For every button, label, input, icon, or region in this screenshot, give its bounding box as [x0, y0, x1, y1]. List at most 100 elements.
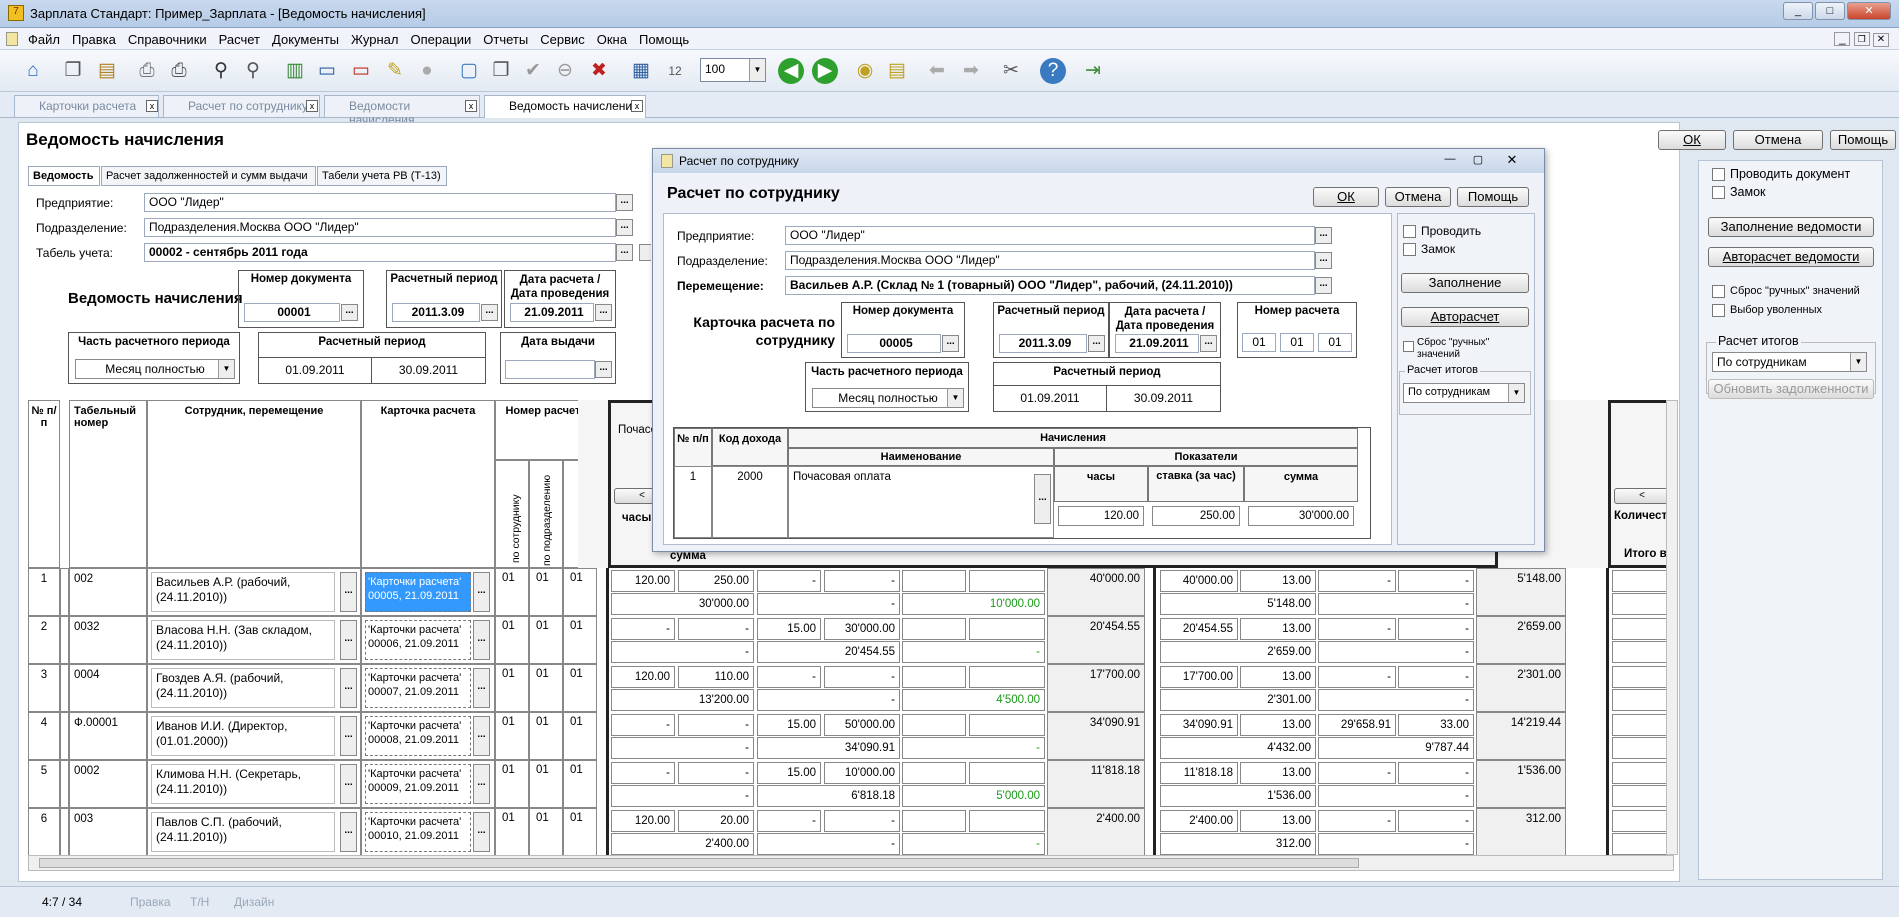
paydate-field[interactable]	[505, 360, 595, 379]
cancel-button[interactable]: Отмена	[1733, 130, 1823, 150]
list-icon[interactable]: ▤	[884, 58, 910, 84]
menu-item[interactable]: Отчеты	[477, 28, 534, 51]
tab-employee-calc[interactable]: Расчет по сотруднику x	[163, 95, 320, 117]
grid-cell[interactable]: 'Карточки расчета' 00007, 21.09.2011	[365, 668, 471, 708]
grid-cell[interactable]: -	[757, 593, 900, 615]
division-field[interactable]: Подразделения.Москва ООО "Лидер"	[144, 218, 616, 237]
mdi-restore-button[interactable]: ❐	[1853, 32, 1870, 46]
dialog-reset-checkbox[interactable]	[1403, 341, 1414, 352]
card-select-button[interactable]: ...	[473, 572, 490, 612]
back-icon[interactable]: ◀	[778, 58, 804, 84]
grid-cell[interactable]: Иванов И.И. (Директор, (01.01.2000))	[151, 716, 335, 756]
close-tab-icon[interactable]: x	[146, 100, 158, 112]
card-select-button[interactable]: ...	[473, 764, 490, 804]
grid-cell[interactable]: 15.00	[757, 762, 821, 784]
grid-cell[interactable]: 250.00	[678, 570, 754, 592]
employee-select-button[interactable]: ...	[340, 812, 357, 852]
calcdate-field[interactable]: 21.09.2011	[510, 303, 594, 322]
mdi-close-button[interactable]: ✕	[1873, 33, 1889, 47]
search-icon[interactable]: ⚲	[208, 58, 234, 84]
employee-select-button[interactable]: ...	[340, 764, 357, 804]
grid-cell[interactable]: Климова Н.Н. (Секретарь, (24.11.2010))	[151, 764, 335, 804]
menu-item[interactable]: Сервис	[534, 28, 591, 51]
grid-cell[interactable]: 01	[529, 760, 563, 808]
grid-cell[interactable]: 01	[495, 616, 529, 664]
dialog-lock-checkbox[interactable]	[1403, 243, 1416, 256]
arrow-right-icon[interactable]: ➡	[958, 58, 984, 84]
grid-cell[interactable]: -	[757, 810, 821, 832]
employee-select-button[interactable]: ...	[340, 572, 357, 612]
grid-cell[interactable]: 13.00	[1240, 810, 1316, 832]
table-row[interactable]: 3	[28, 664, 60, 712]
income-select-button[interactable]: ...	[1034, 474, 1051, 524]
grid-cell[interactable]: 01	[563, 616, 597, 664]
grid-cell[interactable]: -	[1612, 810, 1674, 832]
grid-cell[interactable]: Гвоздев А.Я. (рабочий, (24.11.2010))	[151, 668, 335, 708]
period-field[interactable]: 2011.3.09	[392, 303, 480, 322]
grid-cell[interactable]: 15.00	[757, 714, 821, 736]
grid-cell[interactable]: 20'454.55	[1160, 618, 1238, 640]
book-red-icon[interactable]: ▭	[348, 58, 374, 84]
subtab-statement[interactable]: Ведомость	[28, 166, 100, 186]
cancel-icon[interactable]: ⊖	[552, 58, 578, 84]
grid-cell[interactable]: 0032	[69, 616, 147, 664]
grid-cell[interactable]	[902, 714, 966, 736]
zoom-select[interactable]: 100 ▼	[700, 58, 766, 82]
grid-cell[interactable]: -	[1318, 689, 1474, 711]
grid-cell[interactable]: 2'301.00	[1476, 664, 1566, 712]
scroll-left-button-2[interactable]: <	[1614, 488, 1670, 504]
copy-icon[interactable]: ❐	[60, 58, 86, 84]
help-icon[interactable]: ?	[1040, 58, 1066, 84]
grid-cell[interactable]: 11'818.18	[1047, 760, 1145, 808]
grid-cell[interactable]: 'Карточки расчета' 00005, 21.09.2011	[365, 572, 471, 612]
grid-cell[interactable]: 29'658.91	[1318, 714, 1396, 736]
new-doc-icon[interactable]: ▢	[456, 58, 482, 84]
grid-cell[interactable]: -	[1318, 593, 1474, 615]
grid-cell[interactable]: -	[611, 618, 675, 640]
card-select-button[interactable]: ...	[473, 812, 490, 852]
grid-cell[interactable]: -	[824, 570, 900, 592]
docnum-button[interactable]: ...	[341, 304, 358, 321]
arrow-left-icon[interactable]: ⬅	[924, 58, 950, 84]
grid-cell[interactable]: 003	[69, 808, 147, 855]
copy-doc-icon[interactable]: ❐	[488, 58, 514, 84]
grid-cell[interactable]: -	[1398, 666, 1474, 688]
confirm-icon[interactable]: ✔	[520, 58, 546, 84]
grid-cell[interactable]: 01	[495, 664, 529, 712]
grid-cell[interactable]: 2'400.00	[611, 833, 754, 855]
close-tab-icon[interactable]: x	[465, 100, 477, 112]
dialog-enterprise-button[interactable]: ...	[1315, 227, 1332, 244]
grid-cell[interactable]: -	[678, 618, 754, 640]
grid-cell[interactable]: -	[611, 737, 754, 759]
grid-cell[interactable]: 2'659.00	[1476, 616, 1566, 664]
employee-select-button[interactable]: ...	[340, 668, 357, 708]
grid-cell[interactable]: -	[824, 666, 900, 688]
menu-item[interactable]: Помощь	[633, 28, 695, 51]
menu-item[interactable]: Справочники	[122, 28, 213, 51]
grid-cell[interactable]: 13.00	[1240, 666, 1316, 688]
grid-cell[interactable]: 34'090.91	[757, 737, 900, 759]
grid-cell[interactable]: Павлов С.П. (рабочий, (24.11.2010))	[151, 812, 335, 852]
grid-cell[interactable]: 120.00	[611, 666, 675, 688]
book-icon[interactable]: ▭	[314, 58, 340, 84]
post-document-checkbox[interactable]	[1712, 168, 1725, 181]
grid-cell[interactable]: 33.00	[1398, 714, 1474, 736]
dialog-totals-select[interactable]: По сотрудникам ▼	[1403, 383, 1525, 403]
grid-cell[interactable]: 2'400.00	[1160, 810, 1238, 832]
dialog-part-select[interactable]: Месяц полностью ▼	[812, 388, 964, 408]
dialog-docnum-field[interactable]: 00005	[847, 334, 941, 353]
dialog-docnum-button[interactable]: ...	[942, 335, 959, 352]
help-button[interactable]: Помощь	[1830, 130, 1896, 150]
dialog-ok-button[interactable]: ОК	[1313, 187, 1379, 207]
card-select-button[interactable]: ...	[473, 620, 490, 660]
delete-icon[interactable]: ✖	[586, 58, 612, 84]
dialog-calcdate-field[interactable]: 21.09.2011	[1115, 334, 1199, 353]
grid-cell[interactable]: 0002	[69, 760, 147, 808]
grid-cell[interactable]: 13.00	[1240, 570, 1316, 592]
grid-cell[interactable]: 120.00	[611, 570, 675, 592]
fill-statement-button[interactable]: Заполнение ведомости	[1708, 217, 1874, 237]
grid-cell[interactable]	[1612, 689, 1674, 711]
grid-cell[interactable]: 01	[563, 664, 597, 712]
grid-cell[interactable]: -	[1318, 641, 1474, 663]
grid-cell[interactable]: 01	[563, 808, 597, 855]
